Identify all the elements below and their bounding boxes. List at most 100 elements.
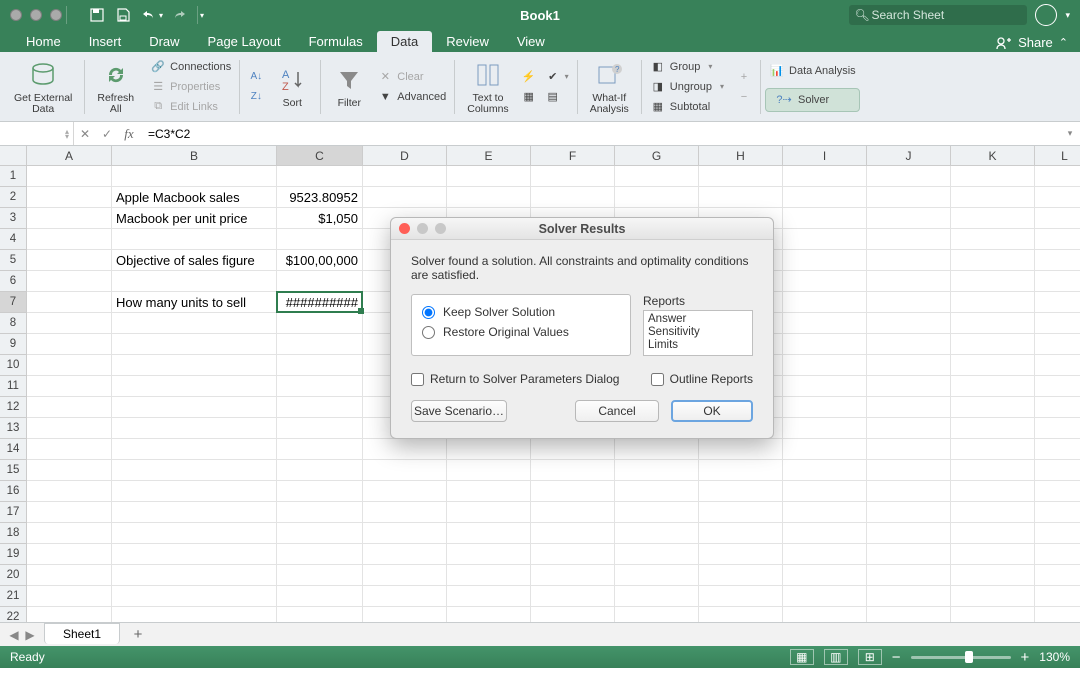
cell[interactable] (951, 376, 1035, 397)
cell[interactable] (112, 334, 277, 355)
cell[interactable] (867, 355, 951, 376)
cell[interactable] (615, 187, 699, 208)
cell[interactable] (112, 271, 277, 292)
get-external-data-button[interactable]: Get External Data (6, 52, 80, 121)
cell[interactable] (447, 523, 531, 544)
cell[interactable] (867, 208, 951, 229)
cell[interactable] (363, 523, 447, 544)
cell[interactable] (112, 229, 277, 250)
cell[interactable] (867, 523, 951, 544)
cell[interactable] (699, 439, 783, 460)
cell[interactable] (27, 187, 112, 208)
cell[interactable] (867, 397, 951, 418)
save-icon[interactable] (111, 5, 135, 25)
cell-B3[interactable]: Macbook per unit price (112, 208, 277, 229)
add-sheet-button[interactable]: + (126, 626, 150, 643)
cell[interactable] (447, 586, 531, 607)
return-to-solver-checkbox[interactable] (411, 373, 424, 386)
cell-C2[interactable]: 9523.80952 (277, 187, 363, 208)
cell[interactable] (27, 523, 112, 544)
row-header-2[interactable]: 2 (0, 187, 27, 208)
cell[interactable] (699, 502, 783, 523)
cell[interactable] (531, 166, 615, 187)
cell[interactable] (27, 544, 112, 565)
cell[interactable] (1035, 586, 1080, 607)
cell[interactable] (277, 523, 363, 544)
report-answer[interactable]: Answer (648, 313, 748, 326)
cell[interactable] (277, 355, 363, 376)
cell[interactable] (615, 166, 699, 187)
cell[interactable] (27, 250, 112, 271)
cell[interactable] (783, 481, 867, 502)
cell[interactable] (783, 586, 867, 607)
cell[interactable] (867, 250, 951, 271)
remove-duplicates-button[interactable]: ▦ (517, 88, 541, 106)
cell[interactable] (1035, 187, 1080, 208)
cell[interactable] (531, 523, 615, 544)
row-header-11[interactable]: 11 (0, 376, 27, 397)
cell[interactable] (277, 271, 363, 292)
cell[interactable] (867, 166, 951, 187)
report-sensitivity[interactable]: Sensitivity (648, 326, 748, 339)
cell[interactable] (27, 229, 112, 250)
tab-data[interactable]: Data (377, 31, 432, 52)
row-header-10[interactable]: 10 (0, 355, 27, 376)
cell[interactable] (27, 460, 112, 481)
cell[interactable] (1035, 229, 1080, 250)
ok-button[interactable]: OK (671, 400, 753, 422)
cell[interactable] (27, 208, 112, 229)
cell-C5[interactable]: $100,00,000 (277, 250, 363, 271)
row-header-4[interactable]: 4 (0, 229, 27, 250)
cell[interactable] (951, 460, 1035, 481)
flash-fill-button[interactable]: ⚡ (517, 68, 541, 86)
sort-asc-button[interactable]: A↓ (244, 68, 268, 86)
advanced-filter-button[interactable]: ▼Advanced (373, 88, 450, 106)
cell[interactable] (615, 439, 699, 460)
cell[interactable] (867, 292, 951, 313)
cell[interactable] (1035, 208, 1080, 229)
cell[interactable] (447, 502, 531, 523)
column-header-D[interactable]: D (363, 146, 447, 166)
cell[interactable] (531, 544, 615, 565)
cell[interactable] (112, 313, 277, 334)
cell[interactable] (867, 439, 951, 460)
cell[interactable] (531, 502, 615, 523)
cell[interactable] (363, 166, 447, 187)
zoom-window-icon[interactable] (50, 9, 62, 21)
refresh-all-button[interactable]: Refresh All (89, 52, 142, 121)
zoom-slider[interactable] (911, 656, 1011, 659)
filter-button[interactable]: Filter (325, 52, 373, 121)
cell[interactable] (783, 355, 867, 376)
customize-qat-icon[interactable]: ▾ (200, 11, 204, 20)
cell[interactable] (277, 460, 363, 481)
cell[interactable] (951, 523, 1035, 544)
formula-input[interactable] (140, 122, 1060, 145)
cell[interactable] (699, 481, 783, 502)
cell[interactable] (1035, 523, 1080, 544)
cell[interactable] (783, 250, 867, 271)
data-validation-button[interactable]: ✔▾ (541, 68, 573, 86)
row-header-13[interactable]: 13 (0, 418, 27, 439)
cell[interactable] (783, 166, 867, 187)
column-header-A[interactable]: A (27, 146, 112, 166)
row-header-16[interactable]: 16 (0, 481, 27, 502)
row-header-12[interactable]: 12 (0, 397, 27, 418)
cell[interactable] (615, 607, 699, 622)
row-header-19[interactable]: 19 (0, 544, 27, 565)
cell[interactable] (112, 502, 277, 523)
enter-formula-button[interactable]: ✓ (96, 122, 118, 145)
cell[interactable] (699, 166, 783, 187)
column-header-C[interactable]: C (277, 146, 363, 166)
save-scenario-button[interactable]: Save Scenario… (411, 400, 507, 422)
cell[interactable] (615, 544, 699, 565)
cell[interactable] (27, 418, 112, 439)
cell[interactable] (531, 481, 615, 502)
cell[interactable] (783, 607, 867, 622)
cell[interactable] (531, 586, 615, 607)
cell[interactable] (867, 418, 951, 439)
cell[interactable] (27, 481, 112, 502)
cell[interactable] (867, 544, 951, 565)
cell[interactable] (951, 250, 1035, 271)
cell[interactable] (951, 565, 1035, 586)
cancel-formula-button[interactable]: ✕ (74, 122, 96, 145)
